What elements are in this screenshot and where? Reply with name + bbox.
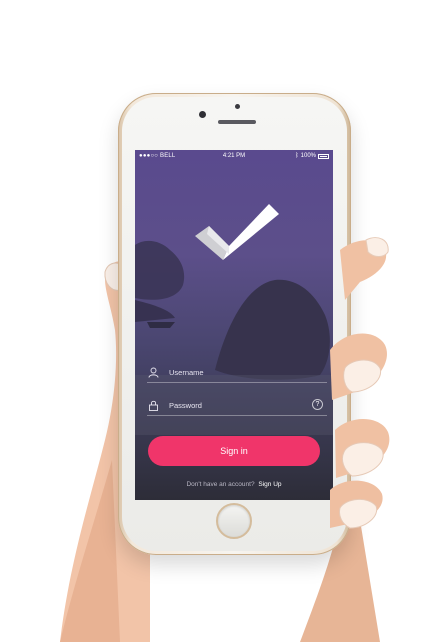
sign-up-link[interactable]: Sign Up <box>258 481 281 488</box>
sign-in-button[interactable]: Sign in <box>148 436 320 466</box>
phone-frame: ●●●○○ BELL 4:21 PM ᛒ 100% Username Passw… <box>118 93 351 555</box>
username-input[interactable]: Username <box>169 368 204 377</box>
status-bar: ●●●○○ BELL 4:21 PM ᛒ 100% <box>135 150 333 162</box>
user-icon <box>147 366 159 378</box>
checkmark-logo-icon <box>195 204 279 260</box>
lock-icon <box>147 399 159 411</box>
battery-icon <box>318 153 329 159</box>
password-input[interactable]: Password <box>169 401 202 410</box>
username-field[interactable]: Username <box>147 362 327 383</box>
battery-percent: 100% <box>300 153 316 159</box>
signup-prompt-text: Don't have an account? <box>186 481 255 488</box>
signup-prompt: Don't have an account? Sign Up <box>135 481 333 488</box>
status-right: ᛒ 100% <box>295 153 329 159</box>
password-field[interactable]: Password ? <box>147 395 327 416</box>
home-button[interactable] <box>216 503 252 539</box>
help-icon[interactable]: ? <box>312 399 323 410</box>
app-screen: ●●●○○ BELL 4:21 PM ᛒ 100% Username Passw… <box>135 150 333 500</box>
front-camera <box>199 111 206 118</box>
bluetooth-icon: ᛒ <box>295 153 299 159</box>
proximity-sensor <box>235 104 240 109</box>
earpiece-speaker <box>218 120 256 124</box>
